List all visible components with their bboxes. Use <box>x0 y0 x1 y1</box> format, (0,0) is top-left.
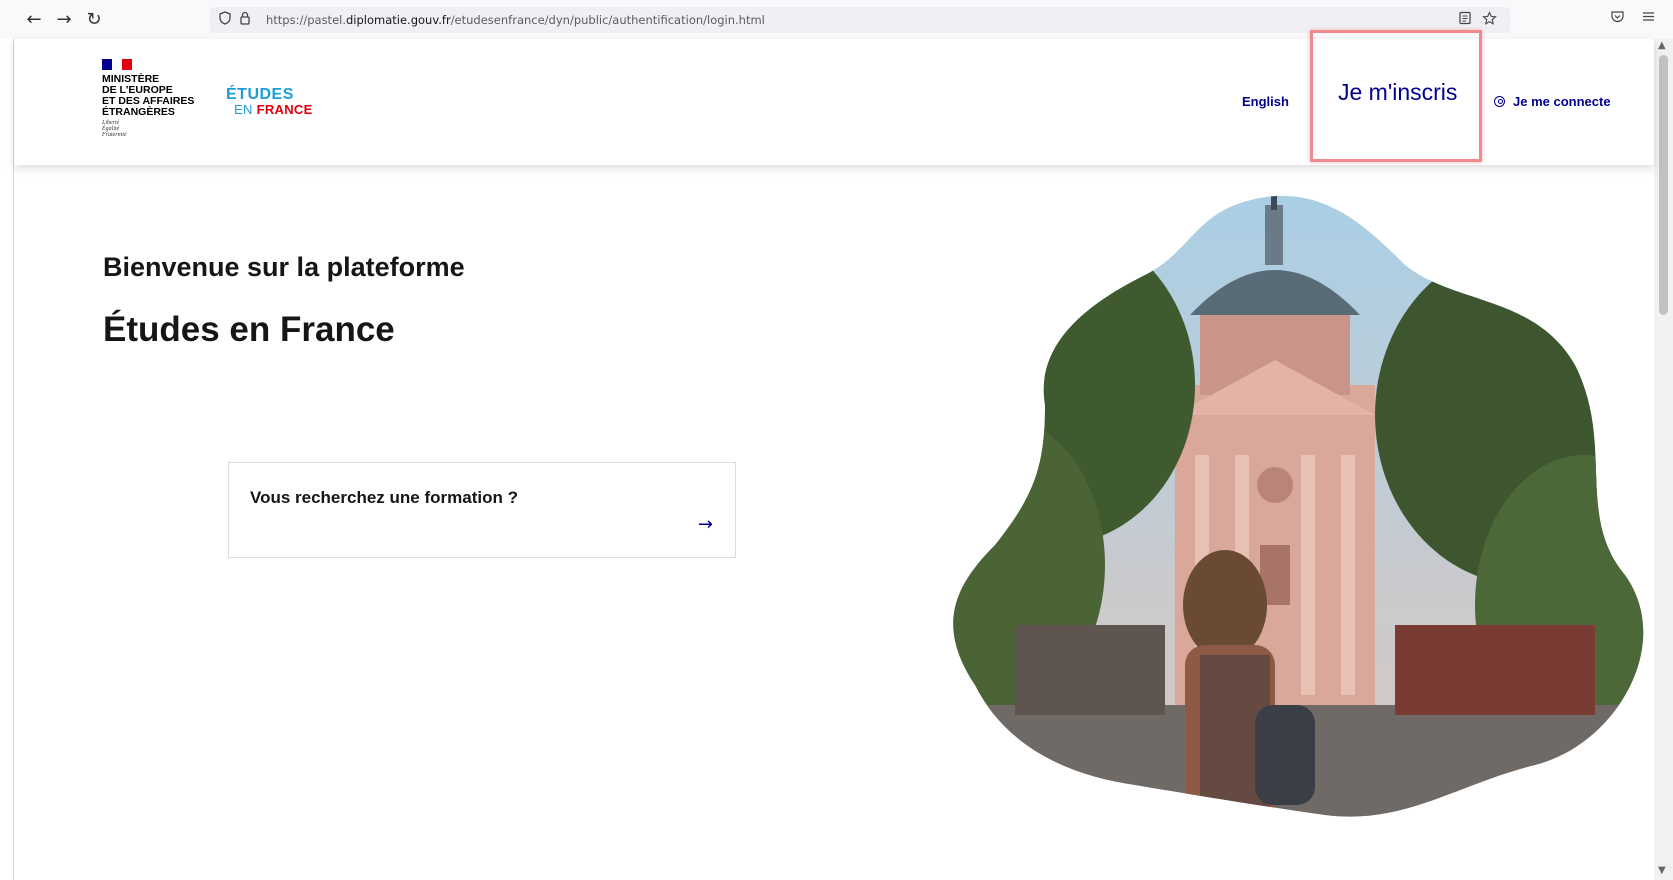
scrollbar[interactable]: ▲ ▼ <box>1654 39 1673 880</box>
search-formation-card[interactable]: Vous recherchez une formation ? → <box>228 462 736 558</box>
login-link[interactable]: Je me connecte <box>1494 94 1611 109</box>
login-link-label: Je me connecte <box>1513 94 1611 109</box>
forward-icon[interactable]: → <box>54 10 74 30</box>
search-formation-label: Vous recherchez une formation ? <box>250 488 518 507</box>
etudes-en-france-logo[interactable]: ÉTUDES EN FRANCE <box>226 87 313 117</box>
logo-etudes-text: ÉTUDES <box>226 86 294 103</box>
logo-en-france-text: EN FRANCE <box>234 102 313 117</box>
pocket-icon[interactable] <box>1610 9 1625 28</box>
url-text[interactable]: https://pastel.diplomatie.gouv.fr/etudes… <box>266 13 765 27</box>
user-account-icon <box>1494 96 1505 107</box>
scroll-up-icon[interactable]: ▲ <box>1658 40 1666 51</box>
platform-title: Études en France <box>103 310 395 349</box>
french-flag-icon <box>102 59 132 70</box>
ministry-name: MINISTÈRE DE L'EUROPE ET DES AFFAIRES ÉT… <box>102 73 195 118</box>
arrow-right-icon: → <box>697 514 713 535</box>
ministry-logo[interactable]: MINISTÈRE DE L'EUROPE ET DES AFFAIRES ÉT… <box>102 59 212 138</box>
language-switch-link[interactable]: English <box>1242 94 1289 109</box>
scroll-thumb[interactable] <box>1659 55 1668 315</box>
signup-link[interactable]: Je m'inscris <box>1338 79 1457 106</box>
site-header: MINISTÈRE DE L'EUROPE ET DES AFFAIRES ÉT… <box>14 30 1654 165</box>
sorbonne-photo <box>953 195 1644 817</box>
republic-motto: Liberté Égalité Fraternité <box>102 120 127 138</box>
menu-icon[interactable] <box>1641 9 1656 28</box>
shield-icon[interactable] <box>218 11 232 29</box>
hero-image <box>953 195 1644 817</box>
bookmark-star-icon[interactable] <box>1482 11 1497 30</box>
scroll-down-icon[interactable]: ▼ <box>1658 865 1666 876</box>
reload-icon[interactable]: ↻ <box>84 10 104 30</box>
back-icon[interactable]: ← <box>24 10 44 30</box>
reader-view-icon[interactable] <box>1458 11 1472 29</box>
lock-icon[interactable] <box>238 11 252 29</box>
window-frame <box>0 39 14 880</box>
welcome-heading: Bienvenue sur la plateforme <box>103 252 465 282</box>
